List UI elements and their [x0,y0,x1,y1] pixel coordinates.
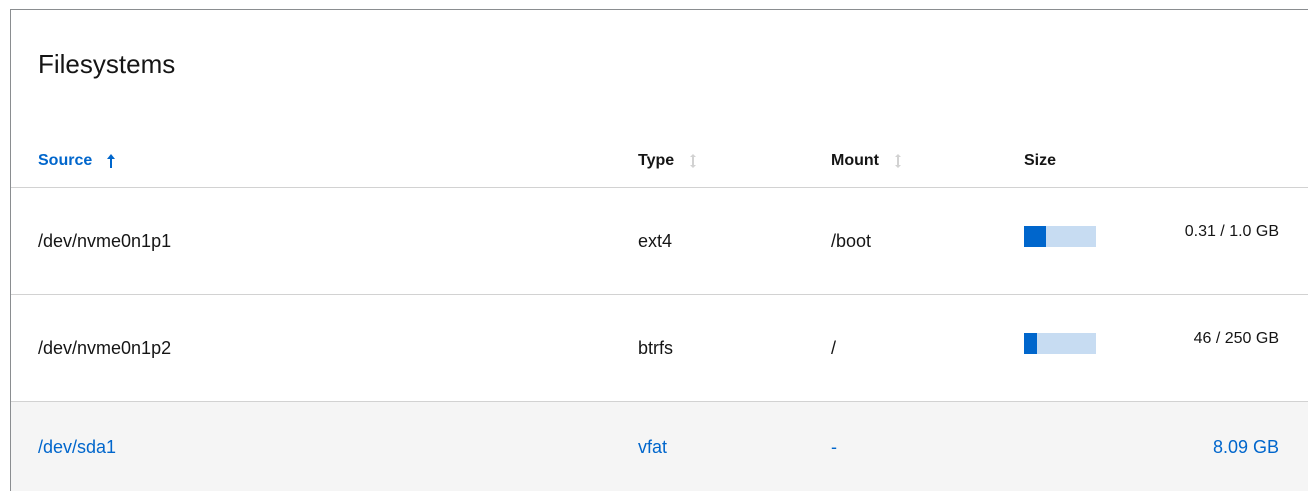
column-header-type[interactable]: Type [638,134,698,187]
cell-source: /dev/sda1 [38,436,117,457]
cell-type: ext4 [638,230,673,251]
column-label-source: Source [38,151,93,169]
arrow-up-icon [106,153,116,169]
column-header-size: Size [1024,134,1056,187]
usage-bar [1024,226,1096,247]
cell-mount: - [831,436,837,457]
sort-updown-icon [688,153,698,169]
table-header: Source Type Mount Size [11,134,1308,188]
cell-type: btrfs [638,337,674,358]
cell-mount: /boot [831,230,872,251]
filesystems-card: Filesystems Source Type Mount Size /dev/… [10,9,1308,491]
cell-size: 8.09 GB [1212,436,1279,457]
table-row-selected[interactable]: /dev/sda1 vfat - 8.09 GB [11,401,1308,491]
cell-type: vfat [638,436,668,457]
column-label-mount: Mount [831,151,879,169]
usage-bar [1024,333,1096,354]
cell-mount: / [831,337,837,358]
table-row[interactable]: /dev/nvme0n1p2 btrfs / 46 / 250 GB [11,295,1308,402]
column-label-size: Size [1024,151,1057,169]
column-header-source[interactable]: Source [38,134,116,187]
column-label-type: Type [638,151,675,169]
usage-bar-fill [1024,333,1038,354]
table-row[interactable]: /dev/nvme0n1p1 ext4 /boot 0.31 / 1.0 GB [11,188,1308,295]
card-title: Filesystems [38,49,176,79]
cell-source: /dev/nvme0n1p2 [38,337,172,358]
cell-size: 0.31 / 1.0 GB [1184,223,1279,240]
cell-size: 46 / 250 GB [1193,330,1279,347]
column-header-mount[interactable]: Mount [831,134,903,187]
usage-bar-fill [1024,226,1047,247]
sort-updown-icon [893,153,903,169]
cell-source: /dev/nvme0n1p1 [38,230,172,251]
